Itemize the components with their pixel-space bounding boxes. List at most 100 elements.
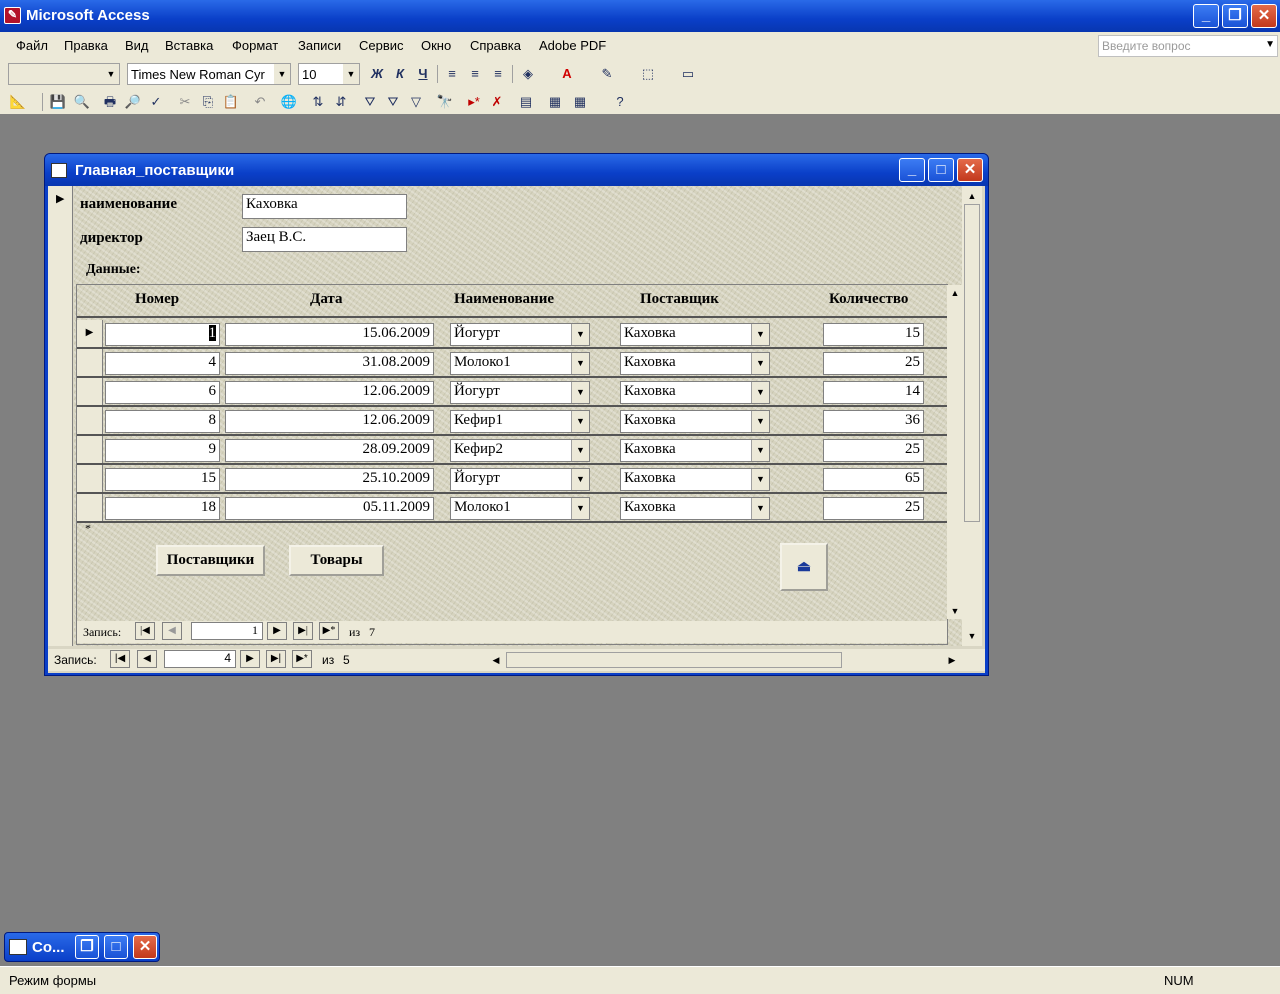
new-record-icon[interactable]: ▸* [464, 92, 484, 112]
minimized-restore-button[interactable]: ❐ [75, 935, 99, 959]
cell-number[interactable]: 4 [105, 352, 220, 375]
suppliers-button[interactable]: Поставщики [156, 545, 265, 576]
border-style-icon[interactable]: ⬚ [638, 64, 658, 84]
database-window-icon[interactable]: ▦ [545, 92, 565, 112]
scroll-up-icon[interactable]: ▲ [947, 285, 963, 301]
help-icon[interactable]: ? [610, 92, 630, 112]
fill-color-icon[interactable]: ◈ [518, 64, 538, 84]
underline-button[interactable]: Ч [413, 64, 433, 84]
dropdown-arrow-icon[interactable]: ▼ [751, 353, 769, 374]
table-row[interactable]: 6 12.06.2009 Йогурт ▼ Каховка ▼ 14 [77, 378, 947, 407]
delete-record-icon[interactable]: ✗ [487, 92, 507, 112]
cell-item[interactable]: Кефир1 ▼ [450, 410, 590, 433]
cell-supplier[interactable]: Каховка ▼ [620, 439, 770, 462]
prev-record-button[interactable]: ◀ [137, 650, 157, 668]
align-left-icon[interactable]: ≡ [442, 64, 462, 84]
menu-insert[interactable]: Вставка [165, 38, 213, 53]
spelling-icon[interactable]: ✓ [146, 92, 166, 112]
cell-quantity[interactable]: 15 [823, 323, 924, 346]
cell-quantity[interactable]: 25 [823, 439, 924, 462]
table-row[interactable]: 18 05.11.2009 Молоко1 ▼ Каховка ▼ 25 [77, 494, 947, 523]
menu-tools[interactable]: Сервис [359, 38, 404, 53]
menu-file[interactable]: Файл [16, 38, 48, 53]
object-select[interactable]: ▼ [8, 63, 120, 85]
first-record-button[interactable]: |◀ [135, 622, 155, 640]
dropdown-arrow-icon[interactable]: ▼ [751, 324, 769, 345]
scroll-up-icon[interactable]: ▲ [964, 188, 980, 204]
cell-item[interactable]: Молоко1 ▼ [450, 497, 590, 520]
font-select[interactable]: Times New Roman Cyr ▼ [127, 63, 291, 85]
restore-button[interactable]: ❐ [1222, 4, 1248, 28]
font-size-select[interactable]: 10 ▼ [298, 63, 360, 85]
find-icon[interactable]: 🔭 [435, 92, 455, 112]
dropdown-arrow-icon[interactable]: ▼ [571, 498, 589, 519]
exit-button[interactable]: ⏏ [780, 543, 828, 591]
cell-item[interactable]: Кефир2 ▼ [450, 439, 590, 462]
dropdown-arrow-icon[interactable]: ▼ [571, 440, 589, 461]
cell-item[interactable]: Йогурт ▼ [450, 468, 590, 491]
table-row[interactable]: 8 12.06.2009 Кефир1 ▼ Каховка ▼ 36 [77, 407, 947, 436]
cell-item[interactable]: Йогурт ▼ [450, 381, 590, 404]
cell-date[interactable]: 12.06.2009 [225, 410, 434, 433]
new-record-button[interactable]: ▶* [292, 650, 312, 668]
cell-date[interactable]: 15.06.2009 [225, 323, 434, 346]
form-horizontal-scrollbar[interactable]: ◀ ▶ [488, 651, 962, 669]
cut-icon[interactable]: ✂ [175, 92, 195, 112]
copy-icon[interactable]: ⎘ [198, 92, 218, 112]
name-field[interactable]: Каховка [242, 194, 407, 219]
paste-icon[interactable]: 📋 [221, 92, 241, 112]
cell-date[interactable]: 12.06.2009 [225, 381, 434, 404]
form-maximize-button[interactable]: □ [928, 158, 954, 182]
horizontal-scroll-thumb[interactable] [506, 652, 842, 668]
next-record-button[interactable]: ▶ [240, 650, 260, 668]
cell-item[interactable]: Йогурт ▼ [450, 323, 590, 346]
scroll-left-icon[interactable]: ◀ [488, 652, 504, 668]
next-record-button[interactable]: ▶ [267, 622, 287, 640]
cell-supplier[interactable]: Каховка ▼ [620, 323, 770, 346]
cell-date[interactable]: 31.08.2009 [225, 352, 434, 375]
view-icon[interactable]: 📐 [8, 92, 28, 112]
print-icon[interactable]: 🖶 [100, 92, 120, 112]
apply-filter-icon[interactable]: ▽ [406, 92, 426, 112]
row-selector[interactable] [77, 349, 103, 376]
scroll-right-icon[interactable]: ▶ [944, 652, 960, 668]
form-minimize-button[interactable]: _ [899, 158, 925, 182]
dropdown-arrow-icon[interactable]: ▼ [751, 469, 769, 490]
cell-number[interactable]: 1 [105, 323, 220, 346]
font-color-icon[interactable]: A [557, 64, 577, 84]
scroll-down-icon[interactable]: ▼ [964, 628, 980, 644]
close-button[interactable]: ✕ [1251, 4, 1277, 28]
director-field[interactable]: Заец В.С. [242, 227, 407, 252]
scroll-down-icon[interactable]: ▼ [947, 603, 963, 619]
dropdown-arrow-icon[interactable]: ▼ [751, 440, 769, 461]
dropdown-arrow-icon[interactable]: ▼ [571, 382, 589, 403]
ask-question-input[interactable]: Введите вопрос ▼ [1098, 35, 1278, 57]
row-selector[interactable] [77, 494, 103, 521]
cell-quantity[interactable]: 25 [823, 352, 924, 375]
filter-by-selection-icon[interactable]: ⛛ [360, 92, 380, 112]
cell-date[interactable]: 28.09.2009 [225, 439, 434, 462]
last-record-button[interactable]: ▶| [266, 650, 286, 668]
align-right-icon[interactable]: ≡ [488, 64, 508, 84]
new-object-icon[interactable]: ▦ [570, 92, 590, 112]
dropdown-arrow-icon[interactable]: ▼ [571, 324, 589, 345]
row-selector[interactable] [77, 378, 103, 405]
new-record-button[interactable]: ▶* [319, 622, 339, 640]
cell-date[interactable]: 25.10.2009 [225, 468, 434, 491]
sort-ascending-icon[interactable]: ⇅ [308, 92, 328, 112]
dropdown-arrow-icon[interactable]: ▼ [571, 353, 589, 374]
table-row[interactable]: 9 28.09.2009 Кефир2 ▼ Каховка ▼ 25 [77, 436, 947, 465]
cell-number[interactable]: 18 [105, 497, 220, 520]
undo-icon[interactable]: ↶ [250, 92, 270, 112]
align-center-icon[interactable]: ≡ [465, 64, 485, 84]
dropdown-arrow-icon[interactable]: ▼ [751, 411, 769, 432]
cell-number[interactable]: 9 [105, 439, 220, 462]
minimized-maximize-button[interactable]: □ [104, 935, 128, 959]
row-selector[interactable]: ▶ [77, 320, 103, 347]
cell-supplier[interactable]: Каховка ▼ [620, 468, 770, 491]
dropdown-arrow-icon[interactable]: ▼ [571, 411, 589, 432]
cell-number[interactable]: 8 [105, 410, 220, 433]
cell-date[interactable]: 05.11.2009 [225, 497, 434, 520]
menu-records[interactable]: Записи [298, 38, 341, 53]
menu-adobe-pdf[interactable]: Adobe PDF [539, 38, 606, 53]
